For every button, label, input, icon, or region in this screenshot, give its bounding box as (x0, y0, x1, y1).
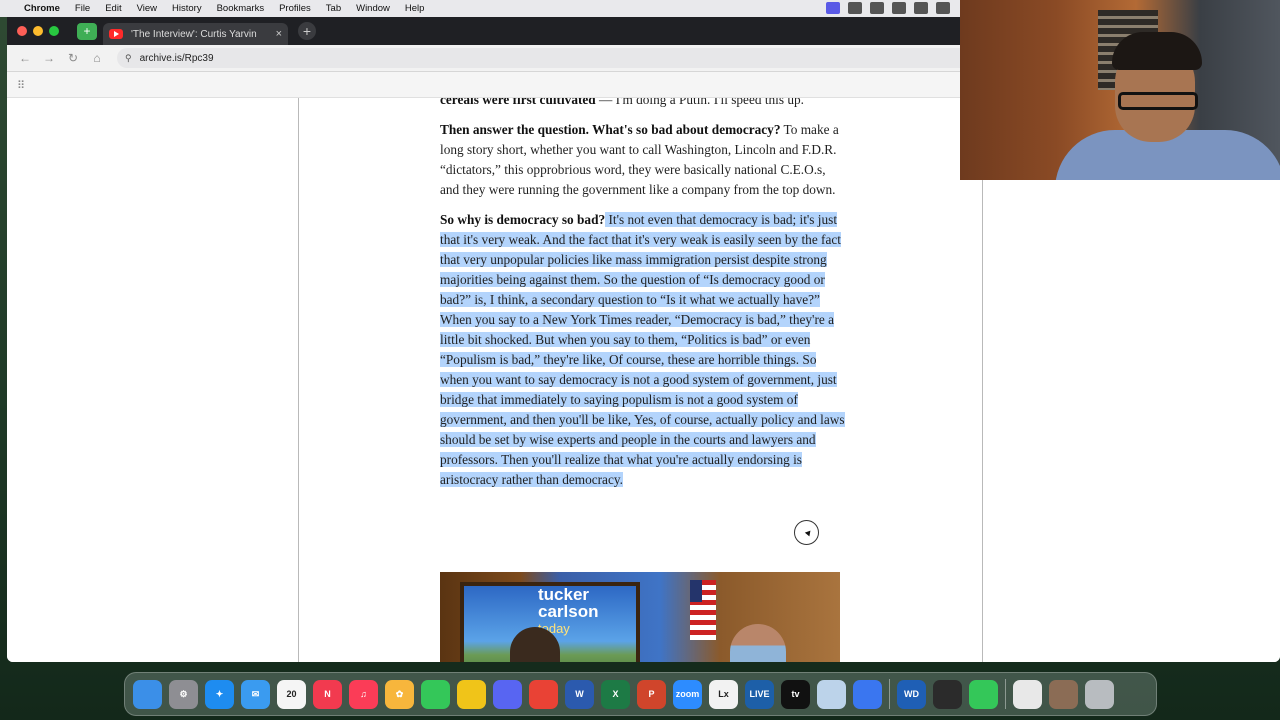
lx-icon[interactable]: Lx (709, 679, 738, 709)
selected-answer-text[interactable]: It's not even that democracy is bad; it'… (440, 212, 845, 487)
question-bold: Then answer the question. What's so bad … (440, 122, 781, 137)
zoom-icon[interactable]: zoom (673, 679, 702, 709)
article-paragraph: cereals were first cultivated — I'm doin… (440, 98, 845, 110)
messages-icon[interactable] (421, 679, 450, 709)
menu-help[interactable]: Help (405, 3, 425, 14)
news-icon[interactable]: N (313, 679, 342, 709)
tab-close-icon[interactable]: × (276, 28, 282, 40)
logo-line-2: carlson (538, 602, 599, 621)
wd-status-icon[interactable] (870, 2, 884, 14)
trash-icon[interactable] (1085, 679, 1114, 709)
menu-tab[interactable]: Tab (326, 3, 341, 14)
url-text: archive.is/Rpc39 (139, 52, 214, 64)
dock-separator (889, 679, 890, 709)
chrome-icon[interactable] (529, 679, 558, 709)
minimize-window-button[interactable] (33, 26, 43, 36)
menu-profiles[interactable]: Profiles (279, 3, 311, 14)
youtube-favicon-icon (109, 29, 123, 39)
status-display-icon[interactable] (914, 2, 928, 14)
menu-window[interactable]: Window (356, 3, 390, 14)
word-icon[interactable]: W (565, 679, 594, 709)
calendar-icon[interactable]: 20 (277, 679, 306, 709)
menu-history[interactable]: History (172, 3, 202, 14)
photos-icon[interactable]: ✿ (385, 679, 414, 709)
system-settings-icon[interactable]: ⚙ (169, 679, 198, 709)
safari-icon[interactable]: ✦ (205, 679, 234, 709)
status-gauge-icon[interactable] (892, 2, 906, 14)
finder-icon[interactable] (133, 679, 162, 709)
maximize-window-button[interactable] (49, 26, 59, 36)
article-paragraph: Then answer the question. What's so bad … (440, 120, 845, 200)
page-viewport: cereals were first cultivated — I'm doin… (7, 98, 1280, 662)
tab-active[interactable]: 'The Interview': Curtis Yarvin × (103, 23, 288, 45)
downloads-stack-icon[interactable] (1049, 679, 1078, 709)
question-bold: cereals were first cultivated (440, 98, 596, 107)
apps-grid-icon[interactable]: ⠿ (17, 79, 25, 92)
preview-icon[interactable] (817, 679, 846, 709)
video-thumbnail[interactable]: tucker carlson today (440, 572, 840, 662)
signal-icon[interactable] (853, 679, 882, 709)
menu-edit[interactable]: Edit (105, 3, 121, 14)
status-user-icon[interactable] (936, 2, 950, 14)
wd-icon[interactable]: WD (897, 679, 926, 709)
activity-monitor-icon[interactable] (933, 679, 962, 709)
excel-icon[interactable]: X (601, 679, 630, 709)
menu-view[interactable]: View (137, 3, 157, 14)
article-paragraph-selected: So why is democracy so bad? It's not eve… (440, 210, 845, 490)
new-tab-button[interactable]: + (298, 22, 316, 40)
menu-bookmarks[interactable]: Bookmarks (217, 3, 265, 14)
close-window-button[interactable] (17, 26, 27, 36)
tes-icon[interactable] (457, 679, 486, 709)
powerpoint-icon[interactable]: P (637, 679, 666, 709)
article-body: cereals were first cultivated — I'm doin… (440, 98, 845, 500)
forward-icon[interactable]: → (37, 51, 61, 65)
menu-file[interactable]: File (75, 3, 90, 14)
menu-chrome[interactable]: Chrome (24, 3, 60, 14)
tab-group-icon[interactable]: + (77, 22, 97, 40)
screen-record-icon[interactable] (826, 2, 840, 14)
webcam-overlay (960, 0, 1280, 180)
dock: ⚙ ✦ ✉ 20 N ♫ ✿ W X Pzoom Lx LIVE tv WD (124, 672, 1157, 716)
status-icons (826, 2, 950, 14)
question-bold: So why is democracy so bad? (440, 212, 606, 227)
us-flag-icon (690, 580, 716, 640)
status-app-icon[interactable] (848, 2, 862, 14)
answer-text: — I'm doing a Putin. I'll speed this up. (595, 98, 804, 107)
window-controls (17, 26, 59, 36)
apple-tv-icon[interactable]: tv (781, 679, 810, 709)
discord-icon[interactable] (493, 679, 522, 709)
host-figure (730, 624, 786, 662)
home-icon[interactable]: ⌂ (85, 51, 109, 65)
site-info-icon[interactable]: ⚲ (125, 53, 132, 64)
mail-icon[interactable]: ✉ (241, 679, 270, 709)
live-icon[interactable]: LIVE (745, 679, 774, 709)
back-icon[interactable]: ← (13, 51, 37, 65)
tab-title: 'The Interview': Curtis Yarvin (131, 28, 257, 40)
facetime-icon[interactable] (969, 679, 998, 709)
presenter-hair (1112, 32, 1202, 70)
reload-icon[interactable]: ↻ (61, 51, 85, 65)
music-icon[interactable]: ♫ (349, 679, 378, 709)
document-icon[interactable] (1013, 679, 1042, 709)
presenter-glasses (1118, 92, 1198, 110)
dock-separator (1005, 679, 1006, 709)
mouse-cursor-icon (794, 520, 819, 545)
